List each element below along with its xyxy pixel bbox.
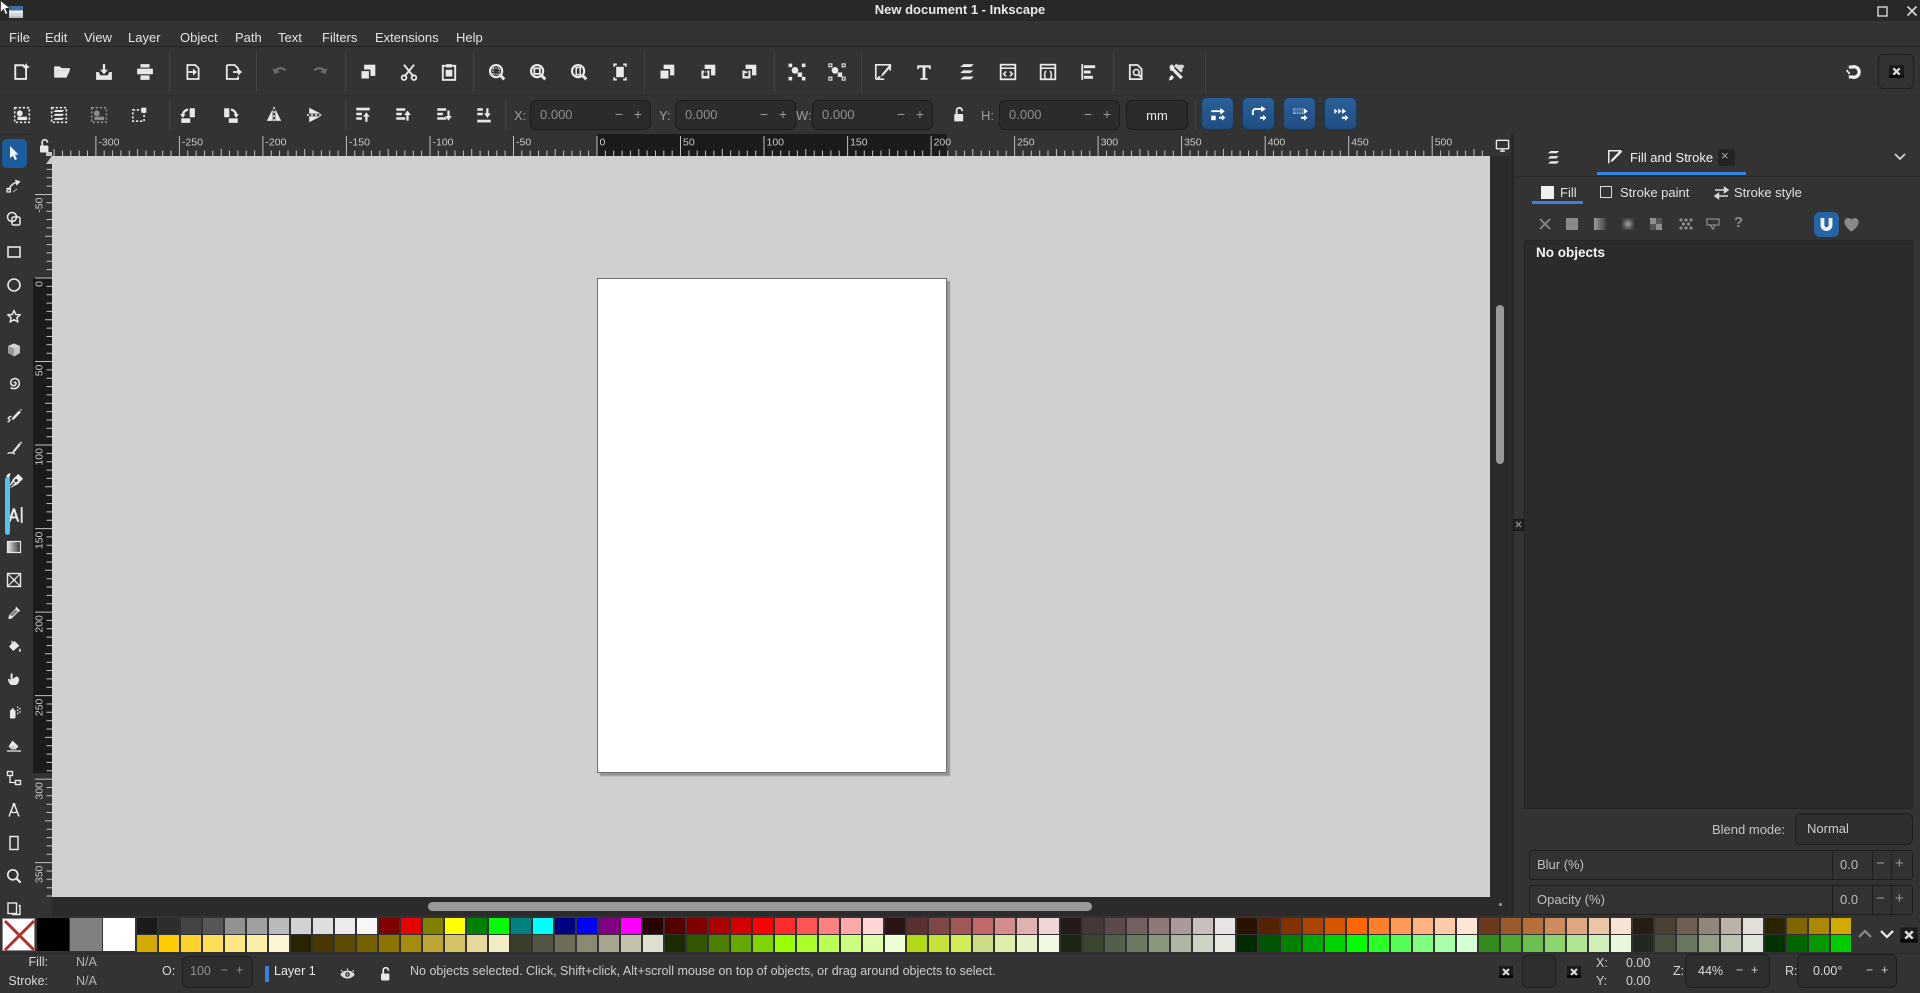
svg-text:300: 300: [34, 782, 46, 800]
svg-text:400: 400: [1268, 137, 1286, 149]
svg-text:350: 350: [34, 865, 46, 883]
svg-text:150: 150: [34, 531, 46, 549]
svg-text:0: 0: [34, 281, 46, 287]
svg-text:-50: -50: [516, 137, 531, 149]
svg-text:450: 450: [1351, 137, 1369, 149]
svg-text:50: 50: [34, 364, 46, 376]
svg-text:100: 100: [767, 137, 785, 149]
svg-text:0: 0: [600, 137, 606, 149]
svg-text:200: 200: [34, 615, 46, 633]
svg-text:250: 250: [34, 698, 46, 716]
svg-text:350: 350: [1184, 137, 1202, 149]
svg-text:100: 100: [34, 448, 46, 466]
svg-text:50: 50: [683, 137, 695, 149]
svg-text:250: 250: [1017, 137, 1035, 149]
svg-text:-250: -250: [182, 137, 203, 149]
svg-text:200: 200: [934, 137, 952, 149]
svg-text:-150: -150: [349, 137, 370, 149]
svg-text:-100: -100: [433, 137, 454, 149]
svg-text:-50: -50: [34, 197, 46, 212]
svg-text:150: 150: [850, 137, 868, 149]
svg-text:300: 300: [1101, 137, 1119, 149]
svg-text:-200: -200: [265, 137, 286, 149]
svg-text:-300: -300: [98, 137, 119, 149]
svg-text:500: 500: [1435, 137, 1453, 149]
